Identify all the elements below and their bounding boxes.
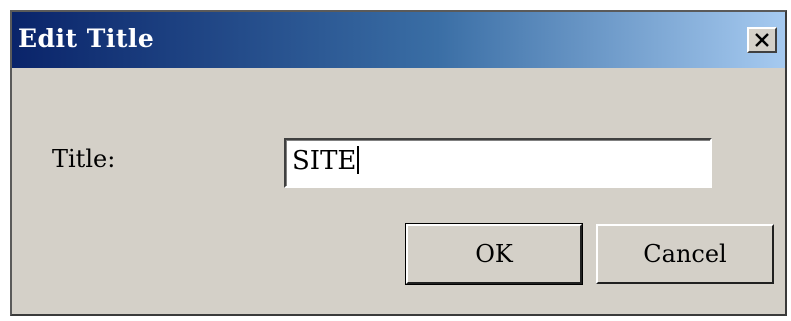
cancel-button[interactable]: Cancel: [596, 224, 774, 284]
title-input[interactable]: SITE: [284, 138, 712, 188]
title-field-label: Title:: [52, 145, 116, 173]
ok-button-label: OK: [475, 240, 513, 268]
cancel-button-label: Cancel: [643, 240, 727, 268]
close-icon: [754, 32, 770, 48]
title-input-value: SITE: [292, 146, 357, 176]
window-title: Edit Title: [18, 24, 155, 53]
text-caret: [357, 146, 360, 174]
edit-title-dialog: Edit Title Title: SITE OK Cancel: [10, 10, 787, 316]
title-bar[interactable]: Edit Title: [12, 12, 785, 68]
close-button[interactable]: [747, 27, 777, 53]
ok-button[interactable]: OK: [406, 224, 582, 284]
